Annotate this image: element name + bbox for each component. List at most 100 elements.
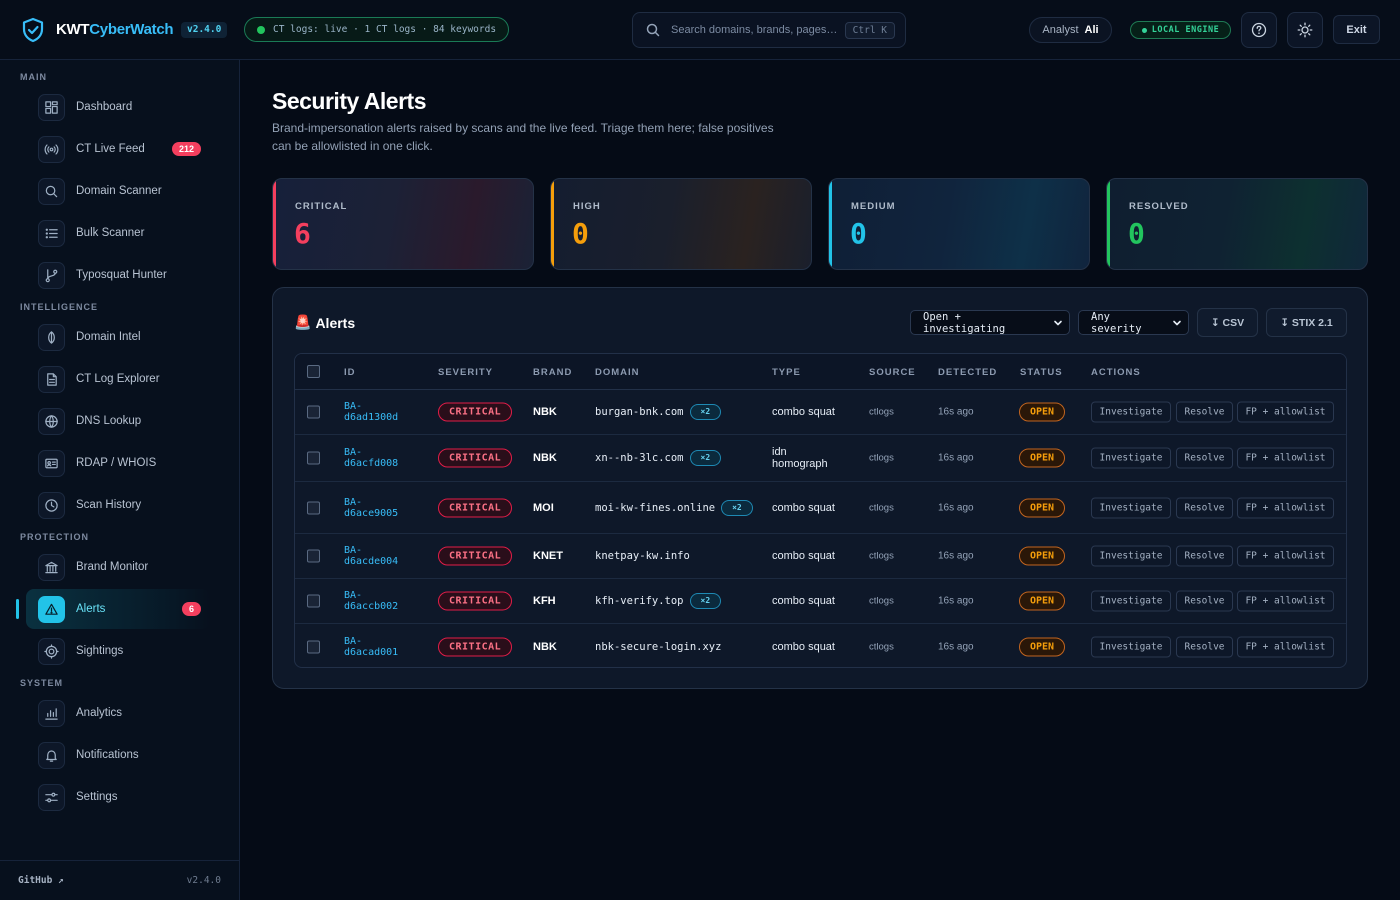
sidebar-item-settings[interactable]: Settings <box>26 777 210 817</box>
fp-allowlist-button[interactable]: FP + allowlist <box>1237 590 1334 612</box>
fp-allowlist-button[interactable]: FP + allowlist <box>1237 636 1334 657</box>
row-checkbox[interactable] <box>307 549 320 563</box>
sidebar-item-dns-lookup[interactable]: DNS Lookup <box>26 401 210 441</box>
stat-label: RESOLVED <box>1129 201 1189 212</box>
alert-id-link[interactable]: BA-d6acde004 <box>344 545 404 567</box>
table-row[interactable]: BA-d6acad001 CRITICAL NBK nbk-secure-login.… <box>295 624 1346 667</box>
bank-icon <box>38 554 65 581</box>
sidebar-item-label: Alerts <box>76 603 106 615</box>
resolve-button[interactable]: Resolve <box>1176 447 1233 469</box>
investigate-button[interactable]: Investigate <box>1091 636 1171 657</box>
count-badge: 6 <box>181 602 201 616</box>
resolve-button[interactable]: Resolve <box>1176 590 1233 612</box>
analyst-chip[interactable]: Analyst Ali <box>1029 17 1112 43</box>
table-row[interactable]: BA-d6acde004 CRITICAL KNET knetpay-kw.info c… <box>295 534 1346 579</box>
row-checkbox[interactable] <box>307 451 320 465</box>
stat-value: 0 <box>1128 217 1145 250</box>
row-checkbox[interactable] <box>307 640 320 653</box>
severity-badge: CRITICAL <box>438 591 513 611</box>
investigate-button[interactable]: Investigate <box>1091 545 1171 567</box>
domain-name[interactable]: moi-kw-fines.online <box>595 502 715 514</box>
domain-name[interactable]: knetpay-kw.info <box>595 550 690 562</box>
stat-card-medium[interactable]: MEDIUM 0 <box>828 178 1090 270</box>
sidebar-item-ct-log-explorer[interactable]: CT Log Explorer <box>26 359 210 399</box>
investigate-button[interactable]: Investigate <box>1091 497 1171 518</box>
severity-filter-select[interactable]: Any severity <box>1078 310 1189 335</box>
sidebar-item-notifications[interactable]: Notifications <box>26 735 210 775</box>
stat-card-resolved[interactable]: RESOLVED 0 <box>1106 178 1368 270</box>
investigate-button[interactable]: Investigate <box>1091 447 1171 469</box>
investigate-button[interactable]: Investigate <box>1091 590 1171 612</box>
shield-check-icon[interactable] <box>21 17 45 43</box>
engine-status-badge: LOCAL ENGINE <box>1130 21 1231 39</box>
resolve-button[interactable]: Resolve <box>1176 545 1233 567</box>
exit-button[interactable]: Exit <box>1333 15 1380 44</box>
alert-id-link[interactable]: BA-d6ace9005 <box>344 497 404 519</box>
table-row[interactable]: BA-d6ad1300d CRITICAL NBK burgan-bnk.com ×2 c… <box>295 390 1346 435</box>
status-filter-select[interactable]: Open + investigating <box>910 310 1070 335</box>
domain-name[interactable]: nbk-secure-login.xyz <box>595 641 721 653</box>
alert-id-link[interactable]: BA-d6acad001 <box>344 636 404 658</box>
theme-toggle-button[interactable] <box>1287 12 1323 48</box>
table-row[interactable]: BA-d6accb002 CRITICAL KFH kfh-verify.top ×2 c… <box>295 579 1346 624</box>
squat-type: combo squat <box>772 406 835 418</box>
sidebar-item-domain-intel[interactable]: Domain Intel <box>26 317 210 357</box>
brand-name: NBK <box>533 452 557 464</box>
alert-id-link[interactable]: BA-d6ad1300d <box>344 401 404 423</box>
sidebar-item-analytics[interactable]: Analytics <box>26 693 210 733</box>
sidebar-item-rdap-whois[interactable]: RDAP / WHOIS <box>26 443 210 483</box>
row-checkbox[interactable] <box>307 405 320 419</box>
table-row[interactable]: BA-d6ace9005 CRITICAL MOI moi-kw-fines.onli… <box>295 482 1346 534</box>
stat-card-critical[interactable]: CRITICAL 6 <box>272 178 534 270</box>
domain-name[interactable]: kfh-verify.top <box>595 595 684 607</box>
engine-dot-icon <box>1141 27 1147 33</box>
row-checkbox[interactable] <box>307 501 320 514</box>
app-title[interactable]: KWTCyberWatch <box>56 21 174 38</box>
search-input[interactable]: Search domains, brands, pages… <box>671 24 845 36</box>
resolve-button[interactable]: Resolve <box>1176 636 1233 657</box>
fp-allowlist-button[interactable]: FP + allowlist <box>1237 401 1334 423</box>
help-icon <box>1251 22 1267 38</box>
status-badge: OPEN <box>1019 448 1066 468</box>
stat-accent-bar <box>551 179 554 269</box>
sidebar-item-brand-monitor[interactable]: Brand Monitor <box>26 547 210 587</box>
select-all-checkbox[interactable] <box>307 365 320 378</box>
sidebar-item-label: Scan History <box>76 499 142 511</box>
global-search[interactable]: Search domains, brands, pages… Ctrl K <box>632 12 906 48</box>
sidebar-item-domain-scanner[interactable]: Domain Scanner <box>26 171 210 211</box>
alert-id-link[interactable]: BA-d6acfd008 <box>344 447 404 469</box>
squat-type: combo squat <box>772 502 835 514</box>
sliders-icon <box>38 784 65 811</box>
stat-card-high[interactable]: HIGH 0 <box>550 178 812 270</box>
sidebar-item-alerts[interactable]: Alerts 6 <box>26 589 210 629</box>
domain-cell: burgan-bnk.com ×2 <box>595 404 755 420</box>
row-checkbox[interactable] <box>307 594 320 608</box>
sidebar-item-dashboard[interactable]: Dashboard <box>26 87 210 127</box>
alert-id-link[interactable]: BA-d6accb002 <box>344 590 404 612</box>
fp-allowlist-button[interactable]: FP + allowlist <box>1237 447 1334 469</box>
fp-allowlist-button[interactable]: FP + allowlist <box>1237 497 1334 518</box>
domain-name[interactable]: burgan-bnk.com <box>595 406 684 418</box>
sidebar-item-sightings[interactable]: Sightings <box>26 631 210 671</box>
github-link[interactable]: GitHub ↗ <box>18 875 64 886</box>
intel-icon <box>38 324 65 351</box>
alerts-title-text: Alerts <box>315 314 356 331</box>
sidebar-item-ct-live-feed[interactable]: CT Live Feed 212 <box>26 129 210 169</box>
table-row[interactable]: BA-d6acfd008 CRITICAL NBK xn--nb-3lc.com ×2 i… <box>295 435 1346 482</box>
fp-allowlist-button[interactable]: FP + allowlist <box>1237 545 1334 567</box>
domain-name[interactable]: xn--nb-3lc.com <box>595 452 684 464</box>
resolve-button[interactable]: Resolve <box>1176 401 1233 423</box>
sidebar-item-scan-history[interactable]: Scan History <box>26 485 210 525</box>
feed-status-pill[interactable]: CT logs: live · 1 CT logs · 84 keywords <box>244 17 509 42</box>
help-button[interactable] <box>1241 12 1277 48</box>
export-stix-button[interactable]: ↧ STIX 2.1 <box>1266 308 1347 337</box>
brand-name: KNET <box>533 550 563 562</box>
investigate-button[interactable]: Investigate <box>1091 401 1171 423</box>
sidebar-item-bulk-scanner[interactable]: Bulk Scanner <box>26 213 210 253</box>
resolve-button[interactable]: Resolve <box>1176 497 1233 518</box>
sidebar-item-label: DNS Lookup <box>76 415 142 427</box>
export-csv-button[interactable]: ↧ CSV <box>1197 308 1258 337</box>
top-header: KWTCyberWatch v2.4.0 CT logs: live · 1 C… <box>0 0 1400 60</box>
sidebar-item-label: CT Live Feed <box>76 143 145 155</box>
sidebar-item-typosquat-hunter[interactable]: Typosquat Hunter <box>26 255 210 295</box>
